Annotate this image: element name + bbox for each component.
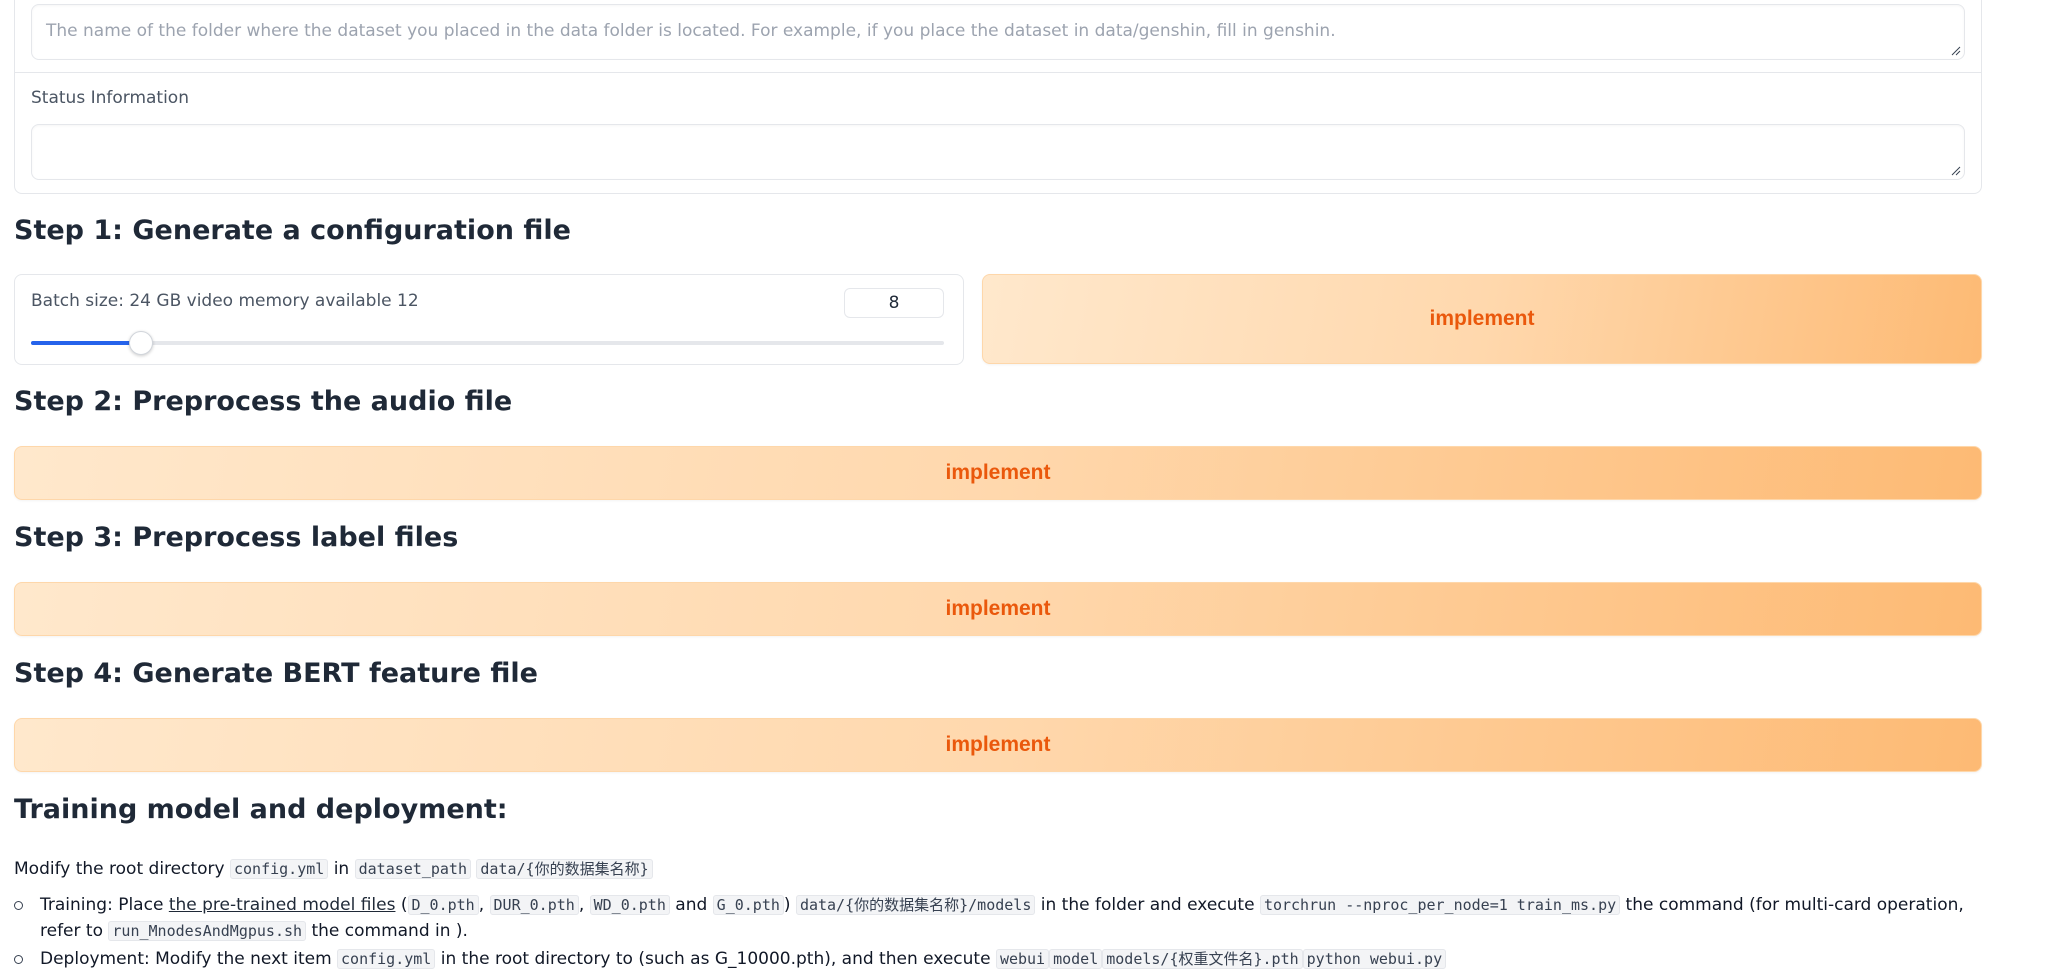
deployment-list-item: Deployment: Modify the next item config.…	[14, 946, 1984, 972]
resize-handle-icon[interactable]	[1951, 166, 1961, 176]
step1-implement-button[interactable]: implement	[982, 274, 1982, 364]
batch-size-slider[interactable]	[31, 331, 944, 355]
panel-divider	[15, 72, 1981, 73]
code-dataset-path: dataset_path	[354, 859, 471, 879]
dataset-folder-placeholder: The name of the folder where the dataset…	[46, 21, 1336, 41]
step4-title: Step 4: Generate BERT feature file	[14, 658, 538, 689]
status-label: Status Information	[31, 88, 189, 108]
step2-title: Step 2: Preprocess the audio file	[14, 386, 513, 417]
step1-title: Step 1: Generate a configuration file	[14, 215, 571, 246]
slider-thumb[interactable]	[129, 331, 153, 355]
training-list-item: Training: Place the pre-trained model fi…	[14, 892, 1984, 944]
batch-size-panel: Batch size: 24 GB video memory available…	[14, 274, 964, 365]
list-bullet	[14, 955, 23, 964]
step3-implement-button[interactable]: implement	[14, 582, 1982, 636]
batch-size-number-input[interactable]	[844, 288, 944, 318]
training-intro: Modify the root directory config.yml in …	[14, 856, 1984, 882]
batch-size-label: Batch size: 24 GB video memory available…	[31, 291, 419, 311]
step2-implement-button[interactable]: implement	[14, 446, 1982, 500]
list-bullet	[14, 901, 23, 910]
pretrained-model-link[interactable]: the pre-trained model files	[169, 895, 396, 915]
step4-implement-button[interactable]: implement	[14, 718, 1982, 772]
training-title: Training model and deployment:	[14, 794, 508, 825]
status-output[interactable]	[31, 124, 1965, 180]
code-config-yml: config.yml	[229, 859, 329, 879]
step3-title: Step 3: Preprocess label files	[14, 522, 459, 553]
dataset-folder-input[interactable]: The name of the folder where the dataset…	[31, 4, 1965, 60]
slider-track	[31, 341, 944, 345]
resize-handle-icon[interactable]	[1951, 46, 1961, 56]
slider-fill	[31, 341, 141, 345]
code-data-path: data/{你的数据集名称}	[476, 859, 653, 879]
